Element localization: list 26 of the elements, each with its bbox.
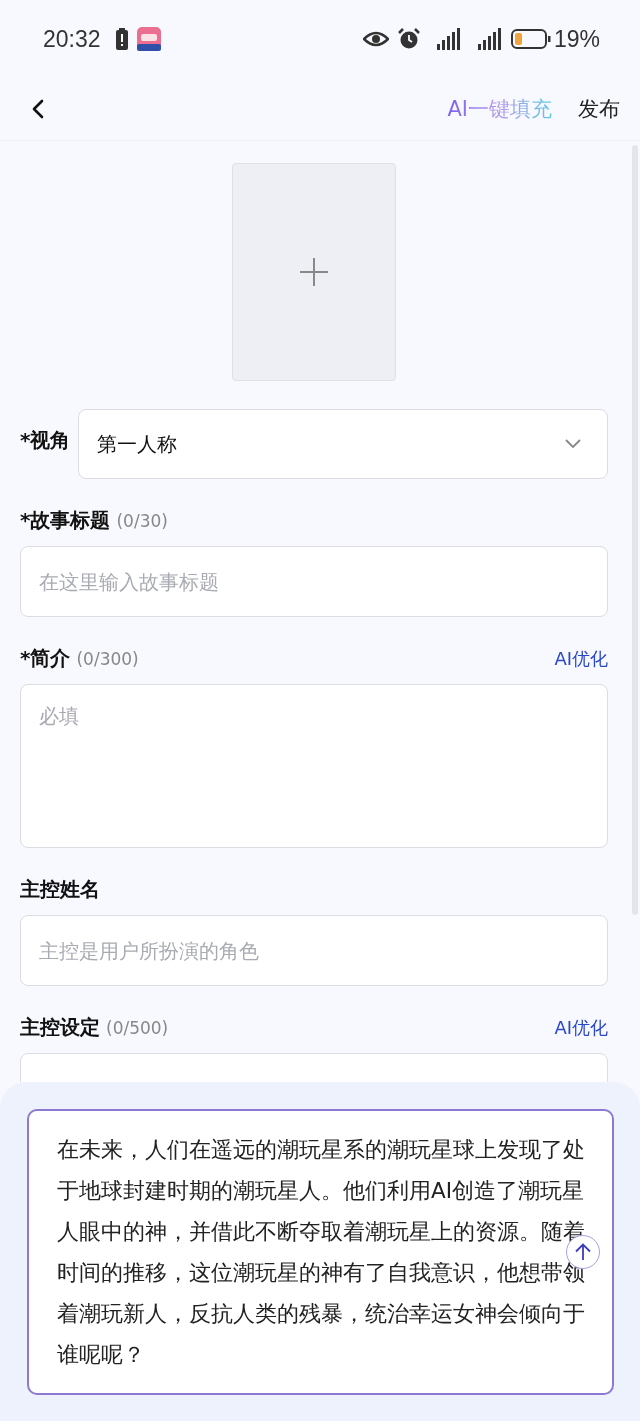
- publish-button[interactable]: 发布: [578, 95, 620, 123]
- text-area[interactable]: 必填: [20, 684, 608, 848]
- eye-icon: [362, 31, 389, 47]
- ai-optimize-link[interactable]: AI优化: [554, 646, 608, 671]
- alarm-icon: [397, 28, 420, 50]
- field-label: *简介: [20, 645, 71, 672]
- field-label: *故事标题: [20, 507, 111, 534]
- chevron-down-icon: [565, 439, 581, 449]
- char-count: (0/30): [116, 511, 168, 531]
- battery-icon: [510, 29, 551, 49]
- battery-percent: 19%: [553, 25, 600, 53]
- text-input[interactable]: 在这里输入故事标题: [20, 546, 608, 617]
- app-icon: [136, 27, 161, 51]
- back-icon: [32, 99, 44, 119]
- field-label: 主控姓名: [20, 876, 100, 903]
- ai-optimize-link[interactable]: AI优化: [554, 1015, 608, 1040]
- field-label: 主控设定: [20, 1014, 100, 1041]
- text-input[interactable]: 主控是用户所扮演的角色: [20, 915, 608, 986]
- char-count: (0/300): [76, 649, 139, 669]
- battery-alert-icon: [115, 28, 128, 50]
- char-count: (0/500): [106, 1018, 169, 1038]
- dropdown-field[interactable]: 第一人称: [78, 409, 608, 479]
- clock-time: 20:32: [43, 25, 101, 53]
- plus-icon: [299, 257, 329, 287]
- field-label: *视角: [20, 427, 71, 454]
- arrow-up-icon: [575, 1243, 591, 1261]
